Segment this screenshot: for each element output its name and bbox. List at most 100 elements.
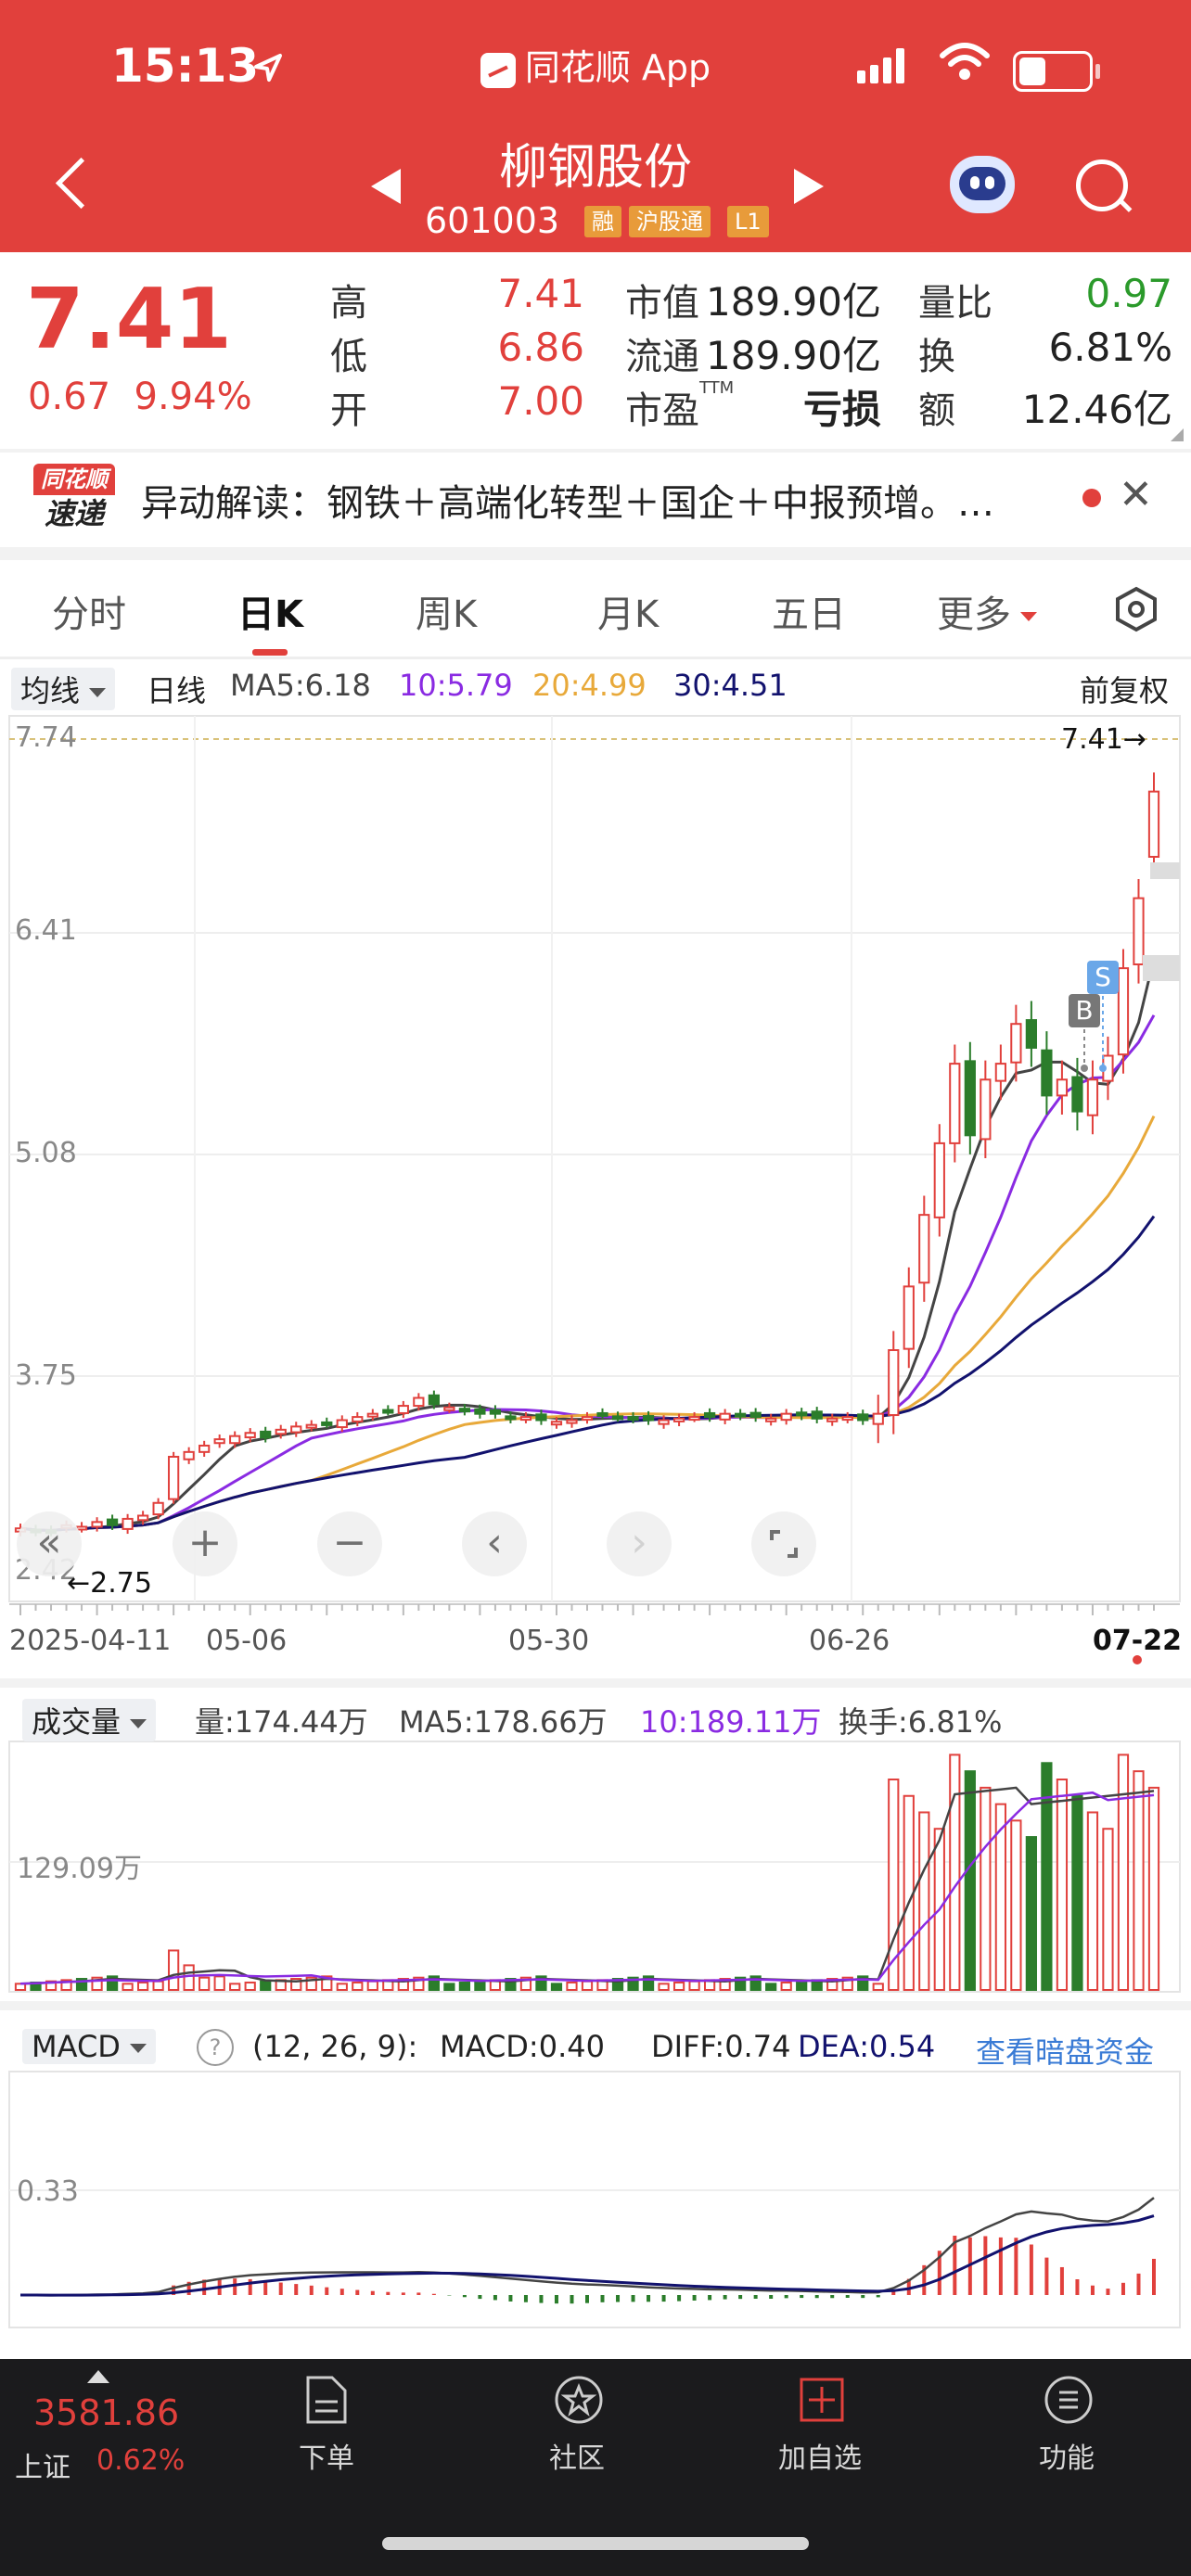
macd-selector[interactable]: MACD bbox=[22, 2029, 156, 2064]
candle-body bbox=[397, 1405, 409, 1414]
ma-selector[interactable]: 均线 bbox=[11, 668, 116, 710]
divider bbox=[0, 2001, 1191, 2010]
candle-body bbox=[980, 1078, 992, 1141]
zoom-in-button[interactable]: + bbox=[173, 1511, 237, 1576]
volume-bar bbox=[1117, 1753, 1130, 1991]
index-up-arrow bbox=[87, 2370, 109, 2383]
candle-body bbox=[183, 1450, 195, 1460]
index-value[interactable]: 3581.86 bbox=[33, 2392, 179, 2433]
volume-bar bbox=[1071, 1794, 1083, 1992]
candle-body bbox=[1086, 1078, 1099, 1116]
volume-ma5: MA5:178.66万 bbox=[399, 1704, 608, 1740]
candle-body bbox=[550, 1421, 563, 1426]
scroll-left-button[interactable]: ‹ bbox=[462, 1511, 527, 1576]
price-tick: 5.08 bbox=[15, 1137, 77, 1169]
volume-bar bbox=[1102, 1828, 1114, 1992]
volume-bar bbox=[964, 1770, 976, 1991]
dea-value: DEA:0.54 bbox=[798, 2029, 936, 2064]
pe-value: 亏损 bbox=[802, 387, 881, 432]
volume-bar bbox=[198, 1976, 211, 1991]
volume-bar bbox=[672, 1982, 685, 1992]
volume-bar bbox=[1010, 1819, 1022, 1992]
candle-body bbox=[841, 1416, 853, 1422]
tab-monthly-k[interactable]: 月K bbox=[597, 584, 659, 638]
tab-weekly-k[interactable]: 周K bbox=[416, 584, 477, 638]
candle-body bbox=[428, 1394, 440, 1406]
candle-body bbox=[413, 1396, 425, 1408]
assistant-robot-icon[interactable] bbox=[950, 143, 1015, 213]
candle-body bbox=[122, 1517, 134, 1530]
tab-five-day[interactable]: 五日 bbox=[772, 584, 846, 638]
nav-functions[interactable]: 功能 bbox=[1002, 2374, 1132, 2476]
dark-pool-link[interactable]: 查看暗盘资金 bbox=[976, 2029, 1154, 2072]
index-pct: 0.62% bbox=[96, 2444, 186, 2477]
menu-circle-icon bbox=[1043, 2374, 1093, 2426]
candle-body bbox=[443, 1406, 455, 1411]
date-label: 2025-04-11 bbox=[9, 1625, 172, 1657]
tag-connect: 沪股通 bbox=[629, 206, 711, 237]
candle-body bbox=[489, 1409, 502, 1415]
volume-selector[interactable]: 成交量 bbox=[22, 1699, 157, 1741]
volume-bar bbox=[122, 1983, 134, 1992]
candle-body bbox=[903, 1285, 915, 1350]
news-badge: 同花顺 速递 bbox=[33, 464, 115, 534]
candle-body bbox=[719, 1412, 731, 1421]
candle-body bbox=[519, 1416, 532, 1422]
amount-value: 12.46亿 bbox=[1021, 387, 1172, 432]
nav-add-watchlist[interactable]: 加自选 bbox=[755, 2374, 885, 2476]
volume-bar bbox=[765, 1983, 777, 1992]
candle-body bbox=[1071, 1076, 1083, 1113]
candle-body bbox=[872, 1412, 884, 1425]
search-icon[interactable] bbox=[1076, 159, 1128, 211]
price-tick: 6.41 bbox=[15, 914, 77, 947]
candle-body bbox=[106, 1518, 119, 1526]
candle-body bbox=[91, 1521, 103, 1528]
candle-body bbox=[1041, 1049, 1053, 1097]
volume-bar bbox=[1056, 1779, 1069, 1991]
next-stock-button[interactable] bbox=[794, 169, 824, 204]
candle-body bbox=[229, 1435, 241, 1445]
divider bbox=[0, 657, 1191, 659]
news-ticker[interactable]: 异动解读：钢铁＋高端化转型＋国企＋中报预增。… bbox=[141, 473, 994, 527]
volume-bar bbox=[1133, 1770, 1145, 1991]
nav-order[interactable]: 下单 bbox=[262, 2374, 391, 2476]
volratio-label: 量比 bbox=[918, 282, 992, 325]
volume-bar bbox=[581, 1980, 594, 1991]
document-icon bbox=[302, 2374, 351, 2426]
tab-intraday[interactable]: 分时 bbox=[52, 584, 126, 638]
candle-body bbox=[627, 1416, 639, 1422]
price-tick: 3.75 bbox=[15, 1359, 77, 1392]
nav-community[interactable]: 社区 bbox=[512, 2374, 642, 2476]
expand-corner-icon[interactable] bbox=[1171, 428, 1184, 441]
volume-bar bbox=[474, 1980, 486, 1991]
price-tick: 7.74 bbox=[15, 721, 77, 754]
candle-body bbox=[796, 1411, 808, 1417]
volume-bar bbox=[550, 1983, 563, 1992]
buy-marker[interactable]: B bbox=[1069, 994, 1100, 1072]
tag-margin: 融 bbox=[584, 206, 621, 237]
settings-hex-icon[interactable] bbox=[1113, 586, 1159, 636]
scroll-right-button[interactable]: › bbox=[607, 1511, 672, 1576]
collapse-left-button[interactable]: « bbox=[17, 1511, 82, 1576]
low-label: 低 bbox=[330, 336, 367, 378]
zoom-out-button[interactable]: − bbox=[317, 1511, 382, 1576]
fullscreen-button[interactable] bbox=[751, 1511, 816, 1576]
mktcap-value: 189.90亿 bbox=[706, 279, 881, 325]
active-tab-indicator bbox=[252, 649, 288, 656]
tab-daily-k[interactable]: 日K bbox=[237, 584, 303, 638]
home-indicator[interactable] bbox=[382, 2537, 809, 2550]
amount-label: 额 bbox=[918, 389, 955, 432]
adjust-toggle[interactable]: 前复权 bbox=[1080, 668, 1169, 710]
candle-body bbox=[305, 1423, 317, 1429]
help-icon[interactable]: ? bbox=[197, 2029, 234, 2066]
float-label: 流通 bbox=[625, 336, 699, 378]
turnover-label: 换 bbox=[918, 336, 955, 378]
add-icon bbox=[796, 2374, 844, 2426]
ma20-value: 20:4.99 bbox=[532, 668, 647, 703]
candle-body bbox=[535, 1413, 547, 1422]
volume-bar bbox=[796, 1980, 808, 1991]
candle-body bbox=[672, 1417, 685, 1422]
volume-bar bbox=[260, 1980, 272, 1991]
close-news-icon[interactable]: ✕ bbox=[1119, 471, 1153, 518]
tab-more[interactable]: 更多 bbox=[937, 584, 1037, 638]
